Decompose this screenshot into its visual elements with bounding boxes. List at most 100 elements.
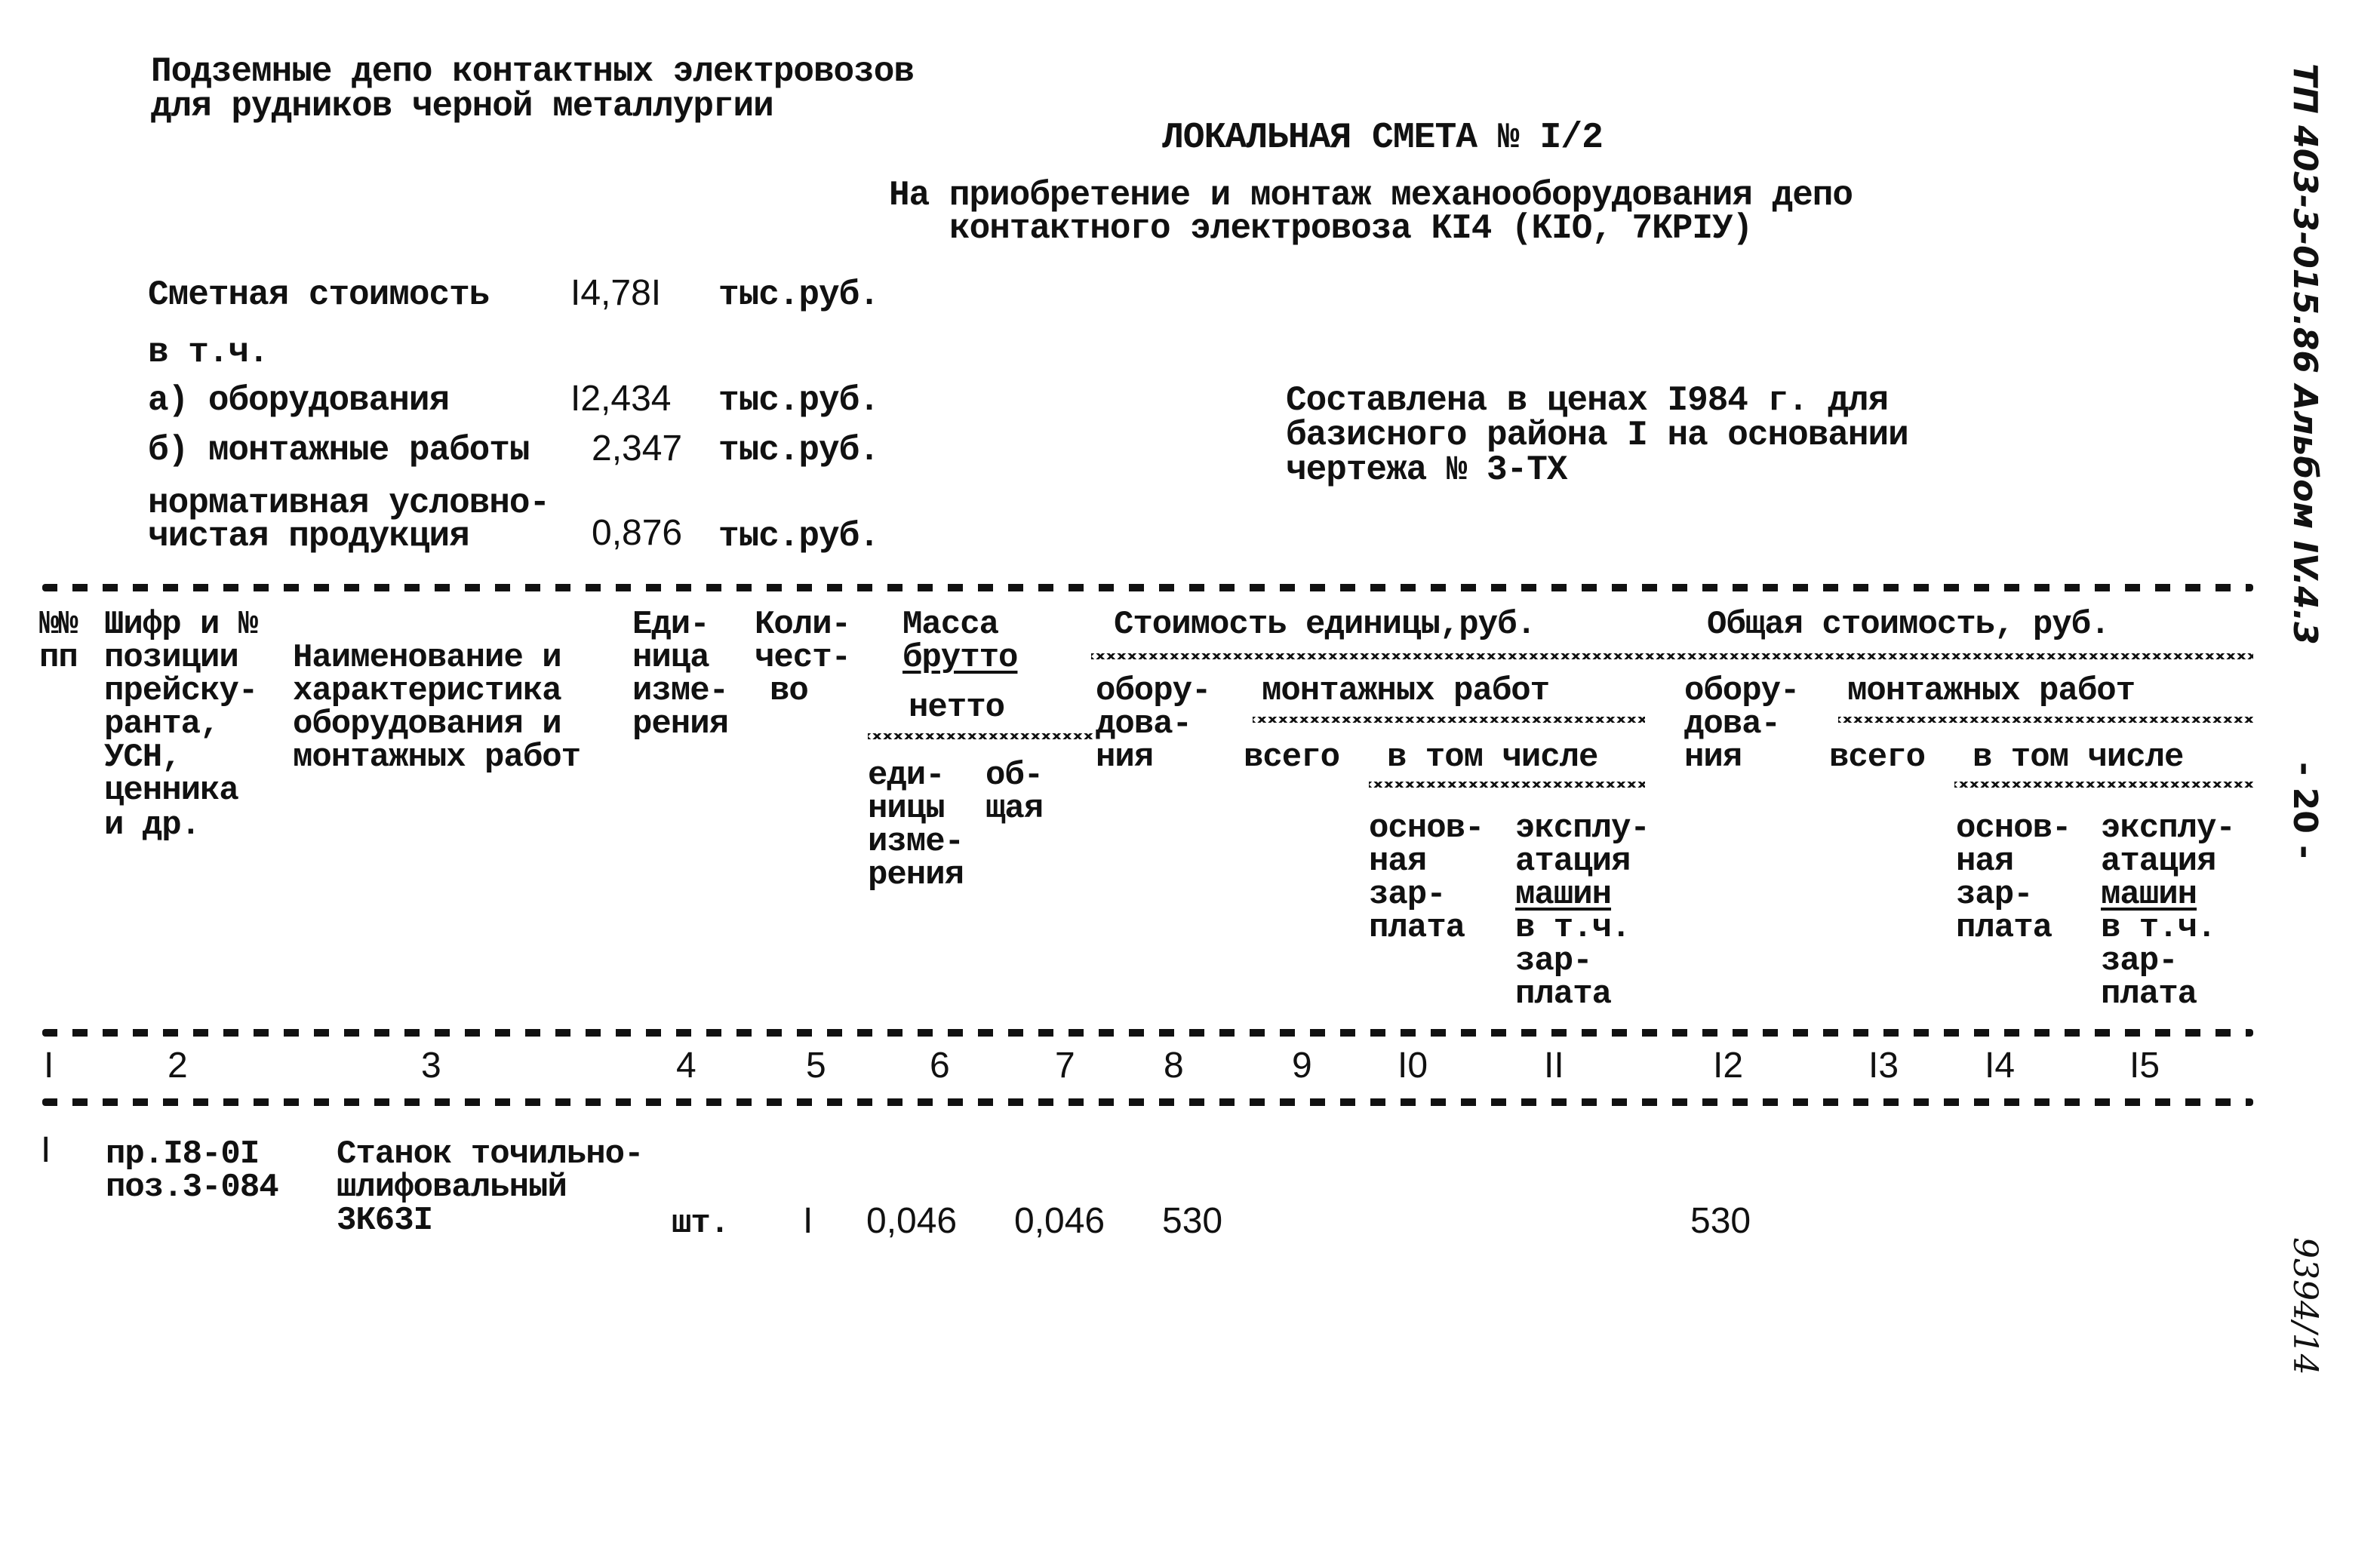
header-col2-line-1: Шифр и № — [104, 606, 258, 644]
header-unit-machine-line-3: машин — [1515, 876, 1612, 914]
column-number: 8 — [1164, 1046, 1184, 1086]
header-mass-unit-line-3: изме- — [868, 823, 964, 861]
column-number: 2 — [168, 1046, 188, 1086]
total-installation-rule — [1838, 717, 2253, 723]
header-col2-line-4: ранта, — [104, 705, 220, 743]
total-cost-label: Сметная стоимость — [148, 275, 490, 315]
header-unit-machine-line-5: зар- — [1515, 942, 1593, 980]
row-name-line-1: Станок точильно- — [337, 1135, 644, 1173]
header-unit-install-total: всего — [1244, 739, 1340, 776]
header-mass-net: нетто — [909, 689, 1005, 726]
column-number: 5 — [806, 1046, 826, 1086]
total-cost-unit: тыс.руб. — [718, 275, 880, 315]
header-col3-line-2: характеристика — [293, 672, 562, 710]
installation-unit: тыс.руб. — [718, 431, 880, 470]
estimate-subtitle-line-2: контактного электровоза КI4 (КIО, 7КРIУ) — [949, 209, 1753, 248]
header-unit-base-wage-line-2: ная — [1369, 843, 1427, 880]
row-mass-unit: 0,046 — [866, 1201, 958, 1241]
header-total-equipment-line-1: обору- — [1684, 672, 1800, 710]
column-number: I2 — [1713, 1046, 1744, 1086]
header-unit-machine-line-6: плата — [1515, 975, 1612, 1013]
estimate-subtitle-line-1: На приобретение и монтаж механооборудова… — [889, 176, 1853, 215]
header-col3-line-3: оборудования и — [293, 705, 562, 743]
header-total-incl-group: в том числе — [1973, 739, 2184, 776]
header-unit-machine-line-2: атация — [1515, 843, 1631, 880]
header-total-cost-group: Общая стоимость, руб. — [1707, 606, 2110, 644]
header-col2-line-3: прейску- — [104, 672, 258, 710]
header-mass-unit-line-2: ницы — [868, 790, 946, 828]
installation-label: б) монтажные работы — [148, 431, 530, 470]
including-label: в т.ч. — [148, 333, 269, 372]
header-col5-line-3: во — [770, 672, 809, 710]
equipment-value: I2,434 — [570, 379, 672, 419]
organization-line-1: Подземные депо контактных электровозов — [151, 52, 915, 91]
total-cost-value: I4,78I — [570, 273, 662, 313]
header-unit-base-wage-line-1: основ- — [1369, 809, 1484, 847]
column-numbers-bottom-rule — [42, 1098, 2253, 1106]
column-number: I0 — [1398, 1046, 1428, 1086]
header-total-install-total: всего — [1829, 739, 1926, 776]
row-name-line-2: шлифовальный — [337, 1169, 567, 1206]
header-col1-line-1: №№ — [39, 606, 78, 644]
row-unit-equipment-cost: 530 — [1162, 1201, 1223, 1241]
pricing-note-line-2: базисного района I на основании — [1286, 416, 1909, 455]
header-unit-base-wage-line-3: зар- — [1369, 876, 1447, 914]
header-col2-line-7: и др. — [104, 806, 201, 844]
table-top-rule — [42, 584, 2253, 591]
page-number: - 20 - — [2286, 762, 2324, 859]
column-number: I5 — [2129, 1046, 2160, 1086]
header-mass-unit-line-4: рения — [868, 856, 964, 894]
header-total-machine-line-4: в т.ч. — [2101, 909, 2216, 947]
header-unit-base-wage-line-4: плата — [1369, 909, 1465, 947]
unit-incl-rule — [1369, 782, 1645, 788]
column-number: 3 — [421, 1046, 441, 1086]
header-col2-line-5: УСН, — [104, 739, 182, 776]
net-product-label-line-2: чистая продукция — [148, 517, 470, 556]
header-unit-equipment-line-2: дова- — [1096, 705, 1192, 743]
equipment-unit: тыс.руб. — [718, 381, 880, 420]
header-unit-machine-line-4: в т.ч. — [1515, 909, 1631, 947]
inventory-number: 9394/14 — [2286, 1237, 2324, 1375]
header-total-machine-line-5: зар- — [2101, 942, 2179, 980]
column-number: 9 — [1292, 1046, 1312, 1086]
column-number: 6 — [930, 1046, 950, 1086]
estimate-title: ЛОКАЛЬНАЯ СМЕТА № I/2 — [1162, 118, 1604, 158]
header-col4-line-2: ница — [632, 639, 710, 677]
column-number: II — [1544, 1046, 1564, 1086]
header-total-installation-group: монтажных работ — [1847, 672, 2136, 710]
header-total-machine-line-1: эксплу- — [2101, 809, 2236, 847]
header-unit-installation-group: монтажных работ — [1262, 672, 1550, 710]
column-number: 4 — [676, 1046, 696, 1086]
header-mass-total-line-2: щая — [986, 790, 1044, 828]
row-total-equipment-cost: 530 — [1690, 1201, 1751, 1241]
header-total-machine-line-6: плата — [2101, 975, 2197, 1013]
header-col4-line-3: изме- — [632, 672, 729, 710]
pricing-note-line-3: чертежа № 3-ТХ — [1286, 450, 1567, 490]
header-col3-line-4: монтажных работ — [293, 739, 581, 776]
header-col2-line-2: позиции — [104, 639, 239, 677]
column-numbers-top-rule — [42, 1029, 2253, 1037]
header-col4-line-4: рения — [632, 705, 729, 743]
column-number: I — [44, 1046, 54, 1086]
cost-groups-rule — [1091, 653, 2253, 659]
header-mass-label: Масса — [902, 606, 999, 644]
header-total-machine-line-3: машин — [2101, 876, 2197, 914]
installation-value: 2,347 — [592, 429, 683, 468]
header-unit-incl-group: в том числе — [1387, 739, 1598, 776]
header-total-base-wage-line-4: плата — [1956, 909, 2053, 947]
row-quantity: I — [803, 1201, 813, 1241]
header-unit-equipment-line-1: обору- — [1096, 672, 1211, 710]
row-number: I — [41, 1130, 51, 1170]
row-unit: шт. — [672, 1205, 730, 1243]
mass-group-rule — [868, 733, 1094, 739]
header-total-base-wage-line-1: основ- — [1956, 809, 2071, 847]
column-number: I4 — [1985, 1046, 2016, 1086]
header-col2-line-6: ценника — [104, 772, 239, 809]
equipment-label: а) оборудования — [148, 381, 450, 420]
header-unit-cost-group: Стоимость единицы,руб. — [1114, 606, 1536, 644]
header-total-equipment-line-2: дова- — [1684, 705, 1781, 743]
header-col1-line-2: пп — [39, 639, 78, 677]
album-code: ТП 403-3-015.86 Альбом IV.4.3 — [2286, 63, 2324, 645]
header-mass-unit-line-1: еди- — [868, 757, 946, 794]
pricing-note-line-1: Составлена в ценах I984 г. для — [1286, 381, 1889, 420]
